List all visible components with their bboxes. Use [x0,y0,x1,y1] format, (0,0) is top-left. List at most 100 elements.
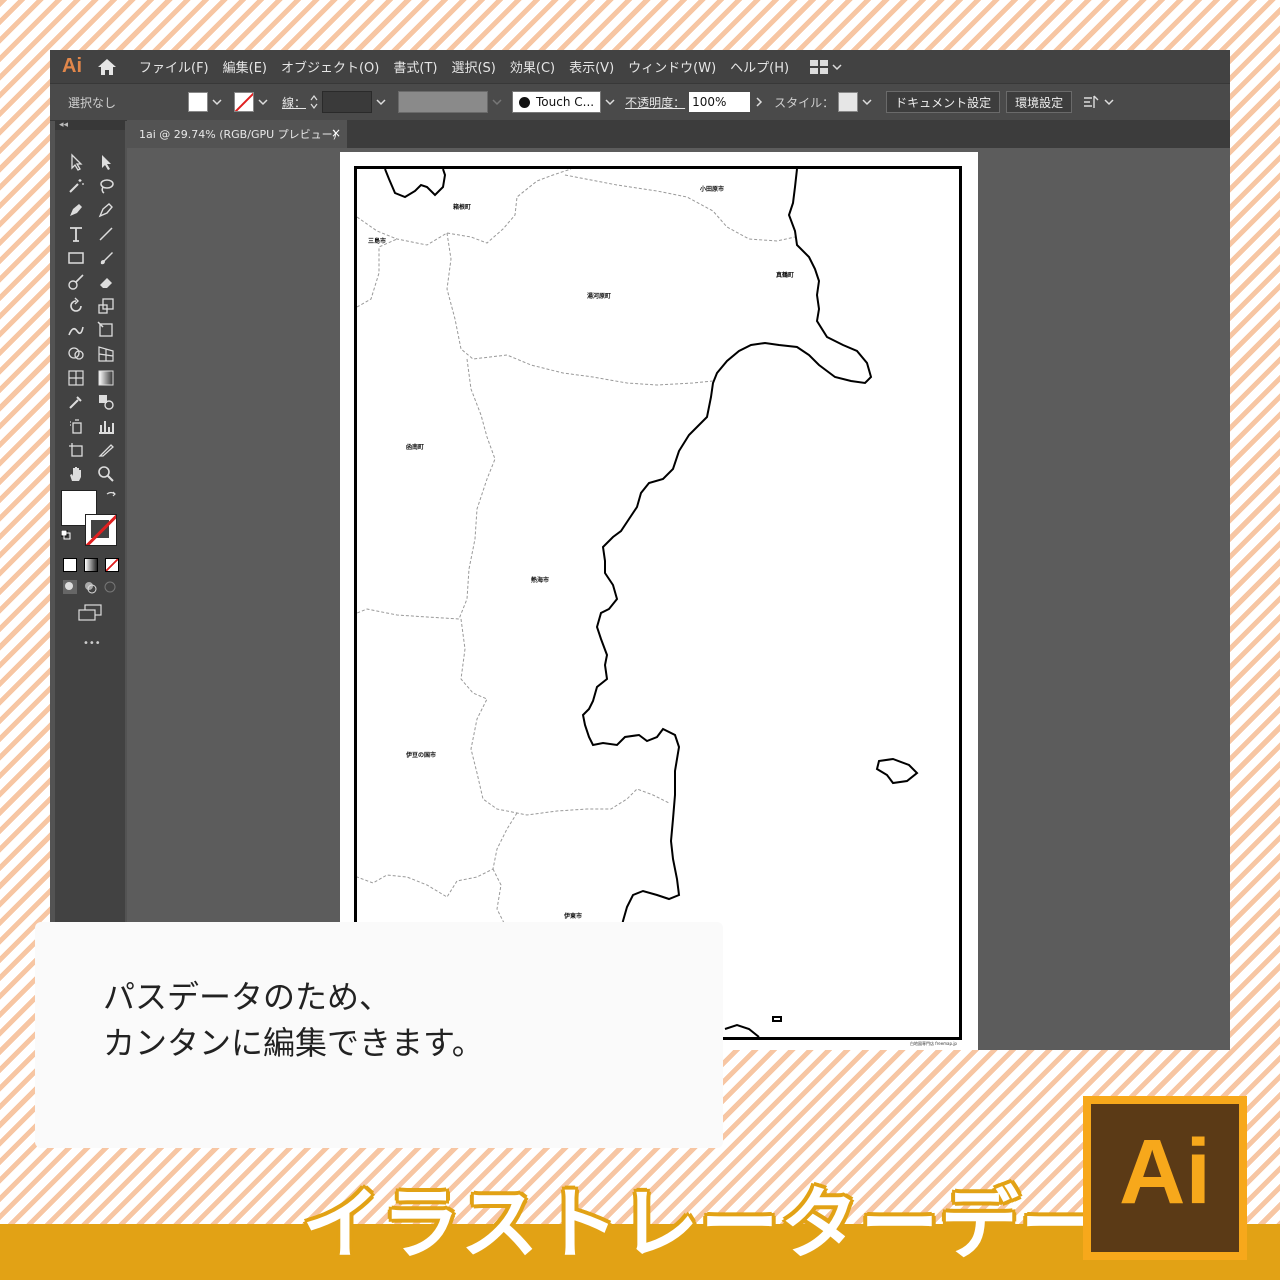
place-label-odawara: 小田原市 [700,186,725,193]
place-label-ito: 伊東市 [564,913,583,920]
paintbrush-icon [100,252,113,265]
hand-tool[interactable] [61,462,91,486]
chevron-down-icon[interactable] [605,97,615,107]
color-mode-row [63,558,119,572]
graphic-style-swatch[interactable] [838,92,859,112]
draw-behind-icon[interactable] [83,580,97,594]
menu-object[interactable]: オブジェクト(O) [274,57,386,76]
mesh-tool[interactable] [61,366,91,390]
preferences-button[interactable]: 環境設定 [1006,91,1073,113]
gradient-tool[interactable] [91,366,121,390]
gradient-mode-button[interactable] [84,558,98,572]
perspective-grid-icon [98,346,114,362]
workspace-switcher[interactable] [810,59,842,74]
pen-tool[interactable] [61,198,91,222]
menu-file[interactable]: ファイル(F) [132,57,216,76]
map-frame [354,166,962,1040]
selection-status: 選択なし [68,95,117,110]
chevron-down-icon[interactable] [492,97,502,107]
variable-width-profile[interactable] [398,91,489,113]
symbol-sprayer-icon [70,419,82,434]
menu-window[interactable]: ウィンドウ(W) [621,57,723,76]
arrange-icon[interactable] [1082,94,1100,110]
document-setup-button[interactable]: ドキュメント設定 [886,91,1001,113]
symbol-sprayer-tool[interactable] [61,414,91,438]
banner-title: イラストレーターデータ [302,1180,1181,1270]
scale-icon [98,298,114,314]
selection-tool[interactable] [61,150,91,174]
free-transform-tool[interactable] [91,318,121,342]
edit-toolbar-button[interactable]: ••• [83,638,101,649]
curvature-tool[interactable] [91,198,121,222]
column-graph-tool[interactable] [91,414,121,438]
stroke-weight-input[interactable] [322,91,373,113]
perspective-grid-tool[interactable] [91,342,121,366]
fill-stroke-widget [61,490,121,550]
draw-mode-row [63,580,117,594]
menu-type[interactable]: 書式(T) [386,57,444,76]
type-tool[interactable] [61,222,91,246]
chevron-down-icon [832,63,842,70]
opacity-input[interactable]: 100% [689,92,751,112]
swap-icon[interactable] [105,490,117,502]
scale-tool[interactable] [91,294,121,318]
eyedropper-tool[interactable] [61,390,91,414]
menu-edit[interactable]: 編集(E) [216,57,274,76]
default-colors-icon[interactable] [61,530,71,540]
type-icon [70,227,82,242]
shape-builder-tool[interactable] [61,342,91,366]
illustrator-logo-badge: Ai [1083,1096,1247,1260]
stroke-swatch[interactable] [234,92,254,112]
eyedropper-icon [69,396,82,409]
menu-view[interactable]: 表示(V) [562,57,621,76]
menu-select[interactable]: 選択(S) [444,57,502,76]
shaper-icon [68,274,84,290]
eraser-tool[interactable] [91,270,121,294]
rectangle-tool[interactable] [61,246,91,270]
menu-help[interactable]: ヘルプ(H) [723,57,796,76]
chevron-down-icon[interactable] [212,97,222,107]
home-icon[interactable] [96,56,118,78]
draw-normal-icon[interactable] [63,580,77,594]
menu-effect[interactable]: 効果(C) [503,57,562,76]
direct-selection-tool[interactable] [91,150,121,174]
brush-dot-icon [519,96,531,108]
collapse-panel-button[interactable]: ◂◂ [55,120,125,130]
municipal-borders [357,169,796,1037]
color-mode-button[interactable] [63,558,77,572]
blend-icon [99,395,114,410]
warp-tool[interactable] [61,318,91,342]
brush-definition[interactable]: Touch C... [512,91,602,113]
line-tool[interactable] [91,222,121,246]
rotate-tool[interactable] [61,294,91,318]
chevron-down-icon[interactable] [258,97,268,107]
slice-tool[interactable] [91,438,121,462]
chevron-down-icon[interactable] [862,97,872,107]
chevron-down-icon[interactable] [1104,97,1114,107]
stepper-icon[interactable] [310,94,318,110]
document-tab[interactable]: 1ai @ 29.74% (RGB/GPU プレビュー) × [127,120,347,148]
stroke-color-box[interactable] [85,514,117,546]
artboard-tool[interactable] [61,438,91,462]
chevron-down-icon[interactable] [376,97,386,107]
shaper-tool[interactable] [61,270,91,294]
blend-tool[interactable] [91,390,121,414]
zoom-icon [98,466,114,482]
style-label: スタイル： [774,95,835,110]
coastline-path [581,169,873,932]
control-bar: 選択なし 線： Touch C... 不透明度： 100% スタイル： ドキュメ… [50,83,1230,121]
chevron-right-icon[interactable] [754,97,764,107]
screen-mode-icon[interactable] [77,604,103,622]
none-mode-button[interactable] [105,558,119,572]
close-tab-button[interactable]: × [331,126,341,140]
lasso-tool[interactable] [91,174,121,198]
line-segment-icon [99,227,113,241]
artboard-icon [69,443,83,457]
paintbrush-tool[interactable] [91,246,121,270]
magic-wand-tool[interactable] [61,174,91,198]
zoom-tool[interactable] [91,462,121,486]
draw-inside-icon[interactable] [103,580,117,594]
workspace-grid-icon [810,59,829,74]
opacity-label[interactable]: 不透明度： [625,94,685,111]
fill-swatch[interactable] [188,92,208,112]
